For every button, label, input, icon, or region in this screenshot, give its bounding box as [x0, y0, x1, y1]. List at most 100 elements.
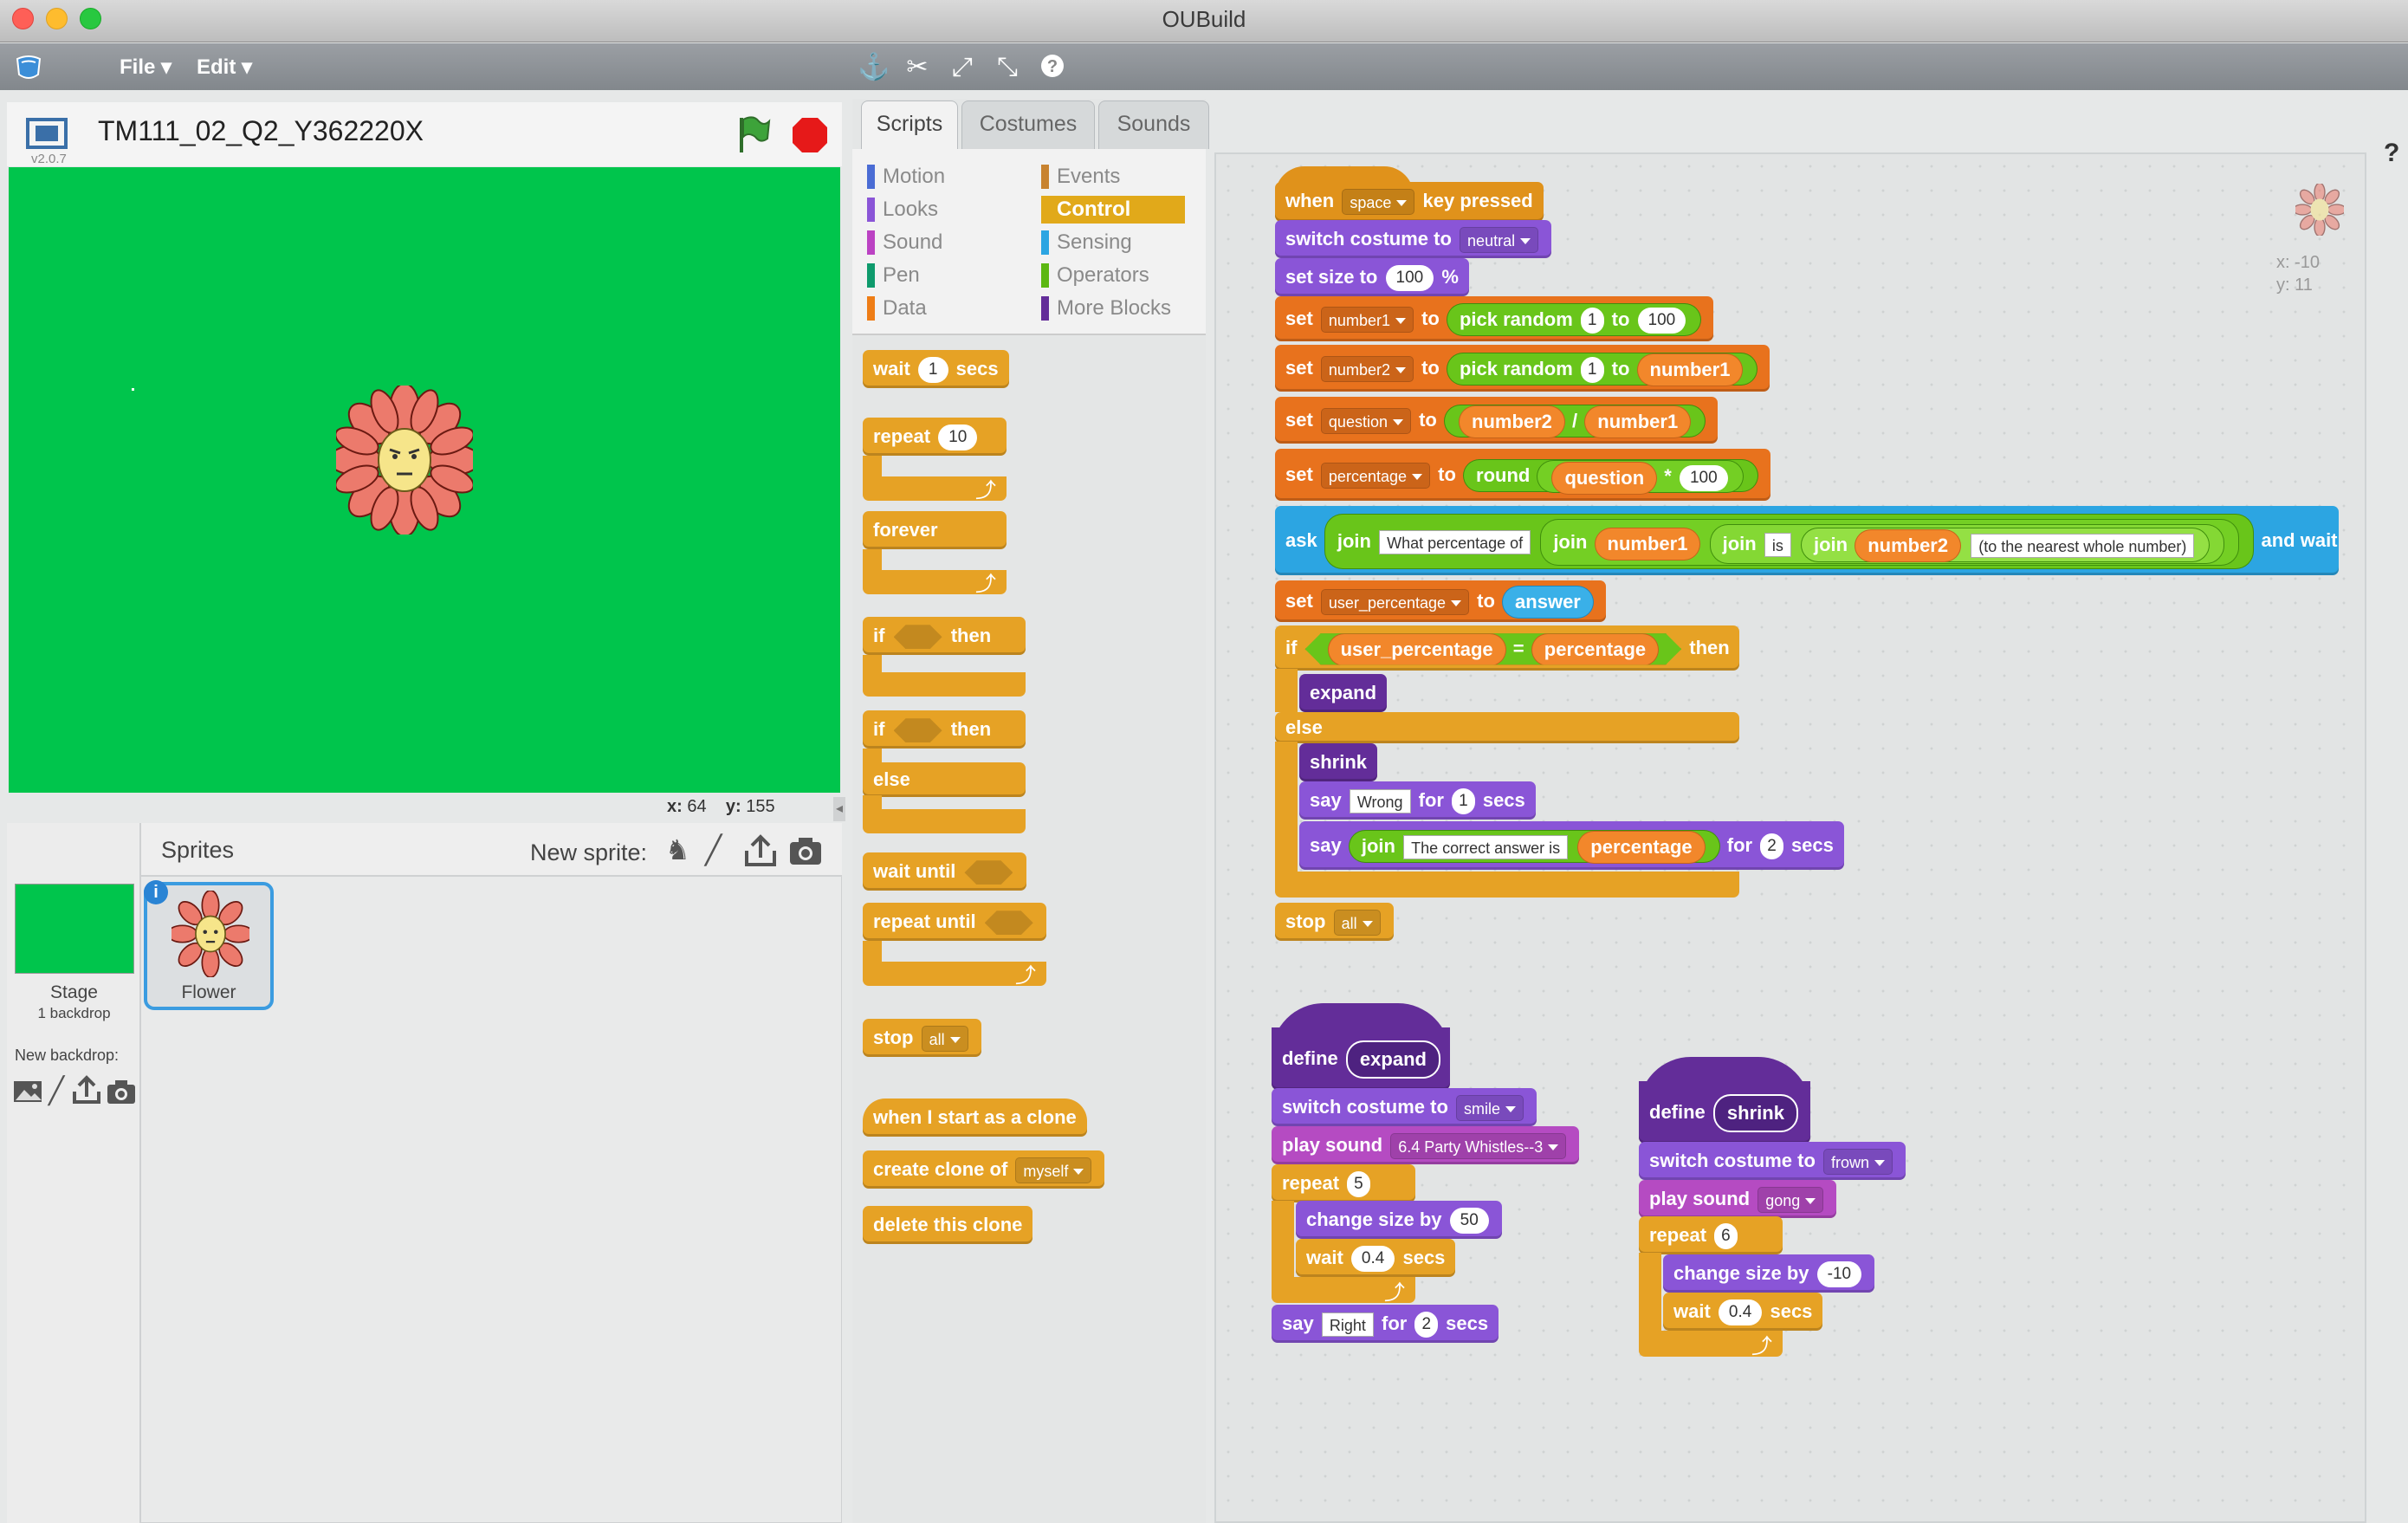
- play-sound-gong-block[interactable]: play sound gong: [1639, 1180, 1837, 1218]
- if-else-block[interactable]: if user_percentage = percentage then: [1275, 625, 1739, 671]
- tab-costumes[interactable]: Costumes: [961, 100, 1095, 149]
- palette-if-else-foot: [863, 809, 1026, 833]
- set-size-block[interactable]: set size to 100 %: [1275, 258, 1469, 296]
- paint-sprite-icon[interactable]: ╱: [705, 833, 735, 868]
- grow-icon[interactable]: ⤢: [948, 53, 977, 82]
- delete-icon[interactable]: ✂: [903, 53, 932, 82]
- wait-0.4-block-2[interactable]: wait 0.4 secs: [1663, 1293, 1823, 1331]
- camera-sprite-icon[interactable]: [788, 835, 823, 866]
- duplicate-icon[interactable]: ⚓: [858, 53, 890, 82]
- set-percentage-block[interactable]: set percentage to round question * 100: [1275, 449, 1770, 501]
- palette-if-else-block[interactable]: if then: [863, 710, 1026, 749]
- menu-bar: File ▾ Edit ▾ ⚓ ✂ ⤢ ⤡ ?: [0, 43, 2408, 90]
- palette-if-block[interactable]: if then: [863, 617, 1026, 655]
- call-shrink-block[interactable]: shrink: [1299, 743, 1378, 781]
- say-correct-answer-block[interactable]: say join The correct answer is percentag…: [1299, 821, 1844, 870]
- stop-all-block[interactable]: stop all: [1275, 903, 1394, 941]
- set-number1-block[interactable]: set number1 to pick random 1 to 100: [1275, 296, 1714, 341]
- switch-costume-smile-block[interactable]: switch costume to smile: [1272, 1088, 1537, 1126]
- palette-create-clone-block[interactable]: create clone of myself: [863, 1150, 1105, 1189]
- upload-backdrop-icon[interactable]: [71, 1074, 102, 1105]
- svg-text:?: ?: [1047, 57, 1058, 76]
- backdrop-library-icon[interactable]: [12, 1078, 43, 1105]
- sprite-y-readout: y: 11: [2276, 275, 2313, 295]
- mouse-coordinates: x: 64 y: 155: [667, 797, 775, 816]
- stop-sign-icon[interactable]: [791, 116, 829, 154]
- choose-sprite-library-icon[interactable]: ♞: [665, 833, 696, 868]
- set-user-percentage-block[interactable]: set user_percentage to answer: [1275, 580, 1606, 622]
- round-reporter[interactable]: round question * 100: [1464, 460, 1757, 494]
- else-label: else: [1275, 712, 1739, 743]
- palette-if-foot: [863, 672, 1026, 697]
- category-control[interactable]: Control: [1041, 196, 1185, 224]
- divide-reporter[interactable]: number2 / number1: [1445, 405, 1706, 438]
- palette-delete-clone-block[interactable]: delete this clone: [863, 1206, 1033, 1244]
- palette-wait-block[interactable]: wait 1 secs: [863, 350, 1009, 388]
- palette-when-clone-block[interactable]: when I start as a clone: [863, 1099, 1087, 1137]
- file-menu[interactable]: File ▾: [120, 55, 172, 80]
- green-flag-icon[interactable]: [736, 114, 771, 154]
- category-more-blocks[interactable]: More Blocks: [1041, 295, 1171, 322]
- palette-wait-until-block[interactable]: wait until: [863, 852, 1027, 891]
- pick-random-reporter-2[interactable]: pick random 1 to number1: [1447, 353, 1757, 386]
- script-help-icon[interactable]: ?: [2384, 139, 2408, 170]
- repeat-5-block[interactable]: repeat 5: [1272, 1164, 1415, 1202]
- edit-menu[interactable]: Edit ▾: [197, 55, 252, 80]
- stage-label: Stage: [50, 982, 98, 1002]
- paint-backdrop-icon[interactable]: ╱: [49, 1076, 73, 1105]
- wait-0.4-block[interactable]: wait 0.4 secs: [1296, 1239, 1456, 1277]
- category-sensing[interactable]: Sensing: [1041, 229, 1132, 256]
- new-backdrop-label: New backdrop:: [15, 1047, 120, 1064]
- set-number2-block[interactable]: set number2 to pick random 1 to number1: [1275, 345, 1770, 392]
- category-operators[interactable]: Operators: [1041, 262, 1149, 289]
- palette-repeat-foot: ⤴: [863, 476, 1007, 502]
- stage-backdrop-count: 1 backdrop: [37, 1005, 111, 1021]
- category-pen[interactable]: Pen: [867, 262, 920, 289]
- switch-costume-block[interactable]: switch costume to neutral: [1275, 220, 1552, 258]
- say-wrong-block[interactable]: say Wrong for 1 secs: [1299, 781, 1536, 820]
- ask-and-wait-block[interactable]: ask join What percentage of join number1…: [1275, 506, 2339, 575]
- collapse-stage-icon[interactable]: ◂: [833, 797, 845, 821]
- play-sound-whistles-block[interactable]: play sound 6.4 Party Whistles--3: [1272, 1126, 1580, 1164]
- when-key-pressed-block[interactable]: when space key pressed: [1275, 182, 1544, 222]
- current-sprite-thumbnail: [2292, 182, 2347, 237]
- window-titlebar: OUBuild: [0, 0, 2408, 42]
- category-events[interactable]: Events: [1041, 163, 1120, 191]
- sprite-name: Flower: [181, 982, 236, 1002]
- set-question-block[interactable]: set question to number2 / number1: [1275, 397, 1719, 444]
- palette-repeat-block[interactable]: repeat 10: [863, 418, 1007, 456]
- sprite-x-readout: x: -10: [2276, 253, 2321, 272]
- tab-scripts[interactable]: Scripts: [861, 100, 958, 149]
- help-icon[interactable]: ?: [1038, 53, 1067, 82]
- category-data[interactable]: Data: [867, 295, 927, 322]
- change-size-minus10-block[interactable]: change size by -10: [1663, 1254, 1875, 1293]
- palette-forever-block[interactable]: forever: [863, 511, 1007, 549]
- define-expand-block[interactable]: define expand: [1272, 1027, 1450, 1090]
- presentation-mode-icon[interactable]: [24, 114, 69, 152]
- palette-else-label: else: [863, 762, 1026, 797]
- palette-repeat-until-block[interactable]: repeat until: [863, 903, 1046, 941]
- shrink-icon[interactable]: ⤡: [993, 53, 1022, 82]
- stage-thumbnail[interactable]: [15, 884, 134, 974]
- category-looks[interactable]: Looks: [867, 196, 938, 224]
- flower-sprite[interactable]: [328, 383, 481, 537]
- project-title[interactable]: TM111_02_Q2_Y362220X: [98, 115, 424, 147]
- switch-costume-frown-block[interactable]: switch costume to frown: [1639, 1142, 1906, 1180]
- change-size-50-block[interactable]: change size by 50: [1296, 1201, 1502, 1239]
- category-sound[interactable]: Sound: [867, 229, 942, 256]
- say-right-block[interactable]: say Right for 2 secs: [1272, 1305, 1499, 1343]
- stage-canvas[interactable]: [9, 167, 840, 793]
- call-expand-block[interactable]: expand: [1299, 674, 1388, 712]
- pick-random-reporter[interactable]: pick random 1 to 100: [1447, 304, 1701, 336]
- upload-sprite-icon[interactable]: [743, 832, 778, 868]
- category-panel: Motion Looks Sound Pen Data Events Contr…: [852, 149, 1206, 335]
- palette-stop-block[interactable]: stop all: [863, 1019, 981, 1057]
- repeat-6-block[interactable]: repeat 6: [1639, 1216, 1783, 1254]
- define-shrink-block[interactable]: define shrink: [1639, 1081, 1810, 1144]
- tab-sounds[interactable]: Sounds: [1098, 100, 1209, 149]
- sprite-info-icon[interactable]: i: [144, 880, 168, 904]
- oubuild-logo-icon[interactable]: [14, 52, 43, 81]
- camera-backdrop-icon[interactable]: [106, 1078, 137, 1105]
- category-motion[interactable]: Motion: [867, 163, 945, 191]
- version-label: v2.0.7: [31, 152, 67, 166]
